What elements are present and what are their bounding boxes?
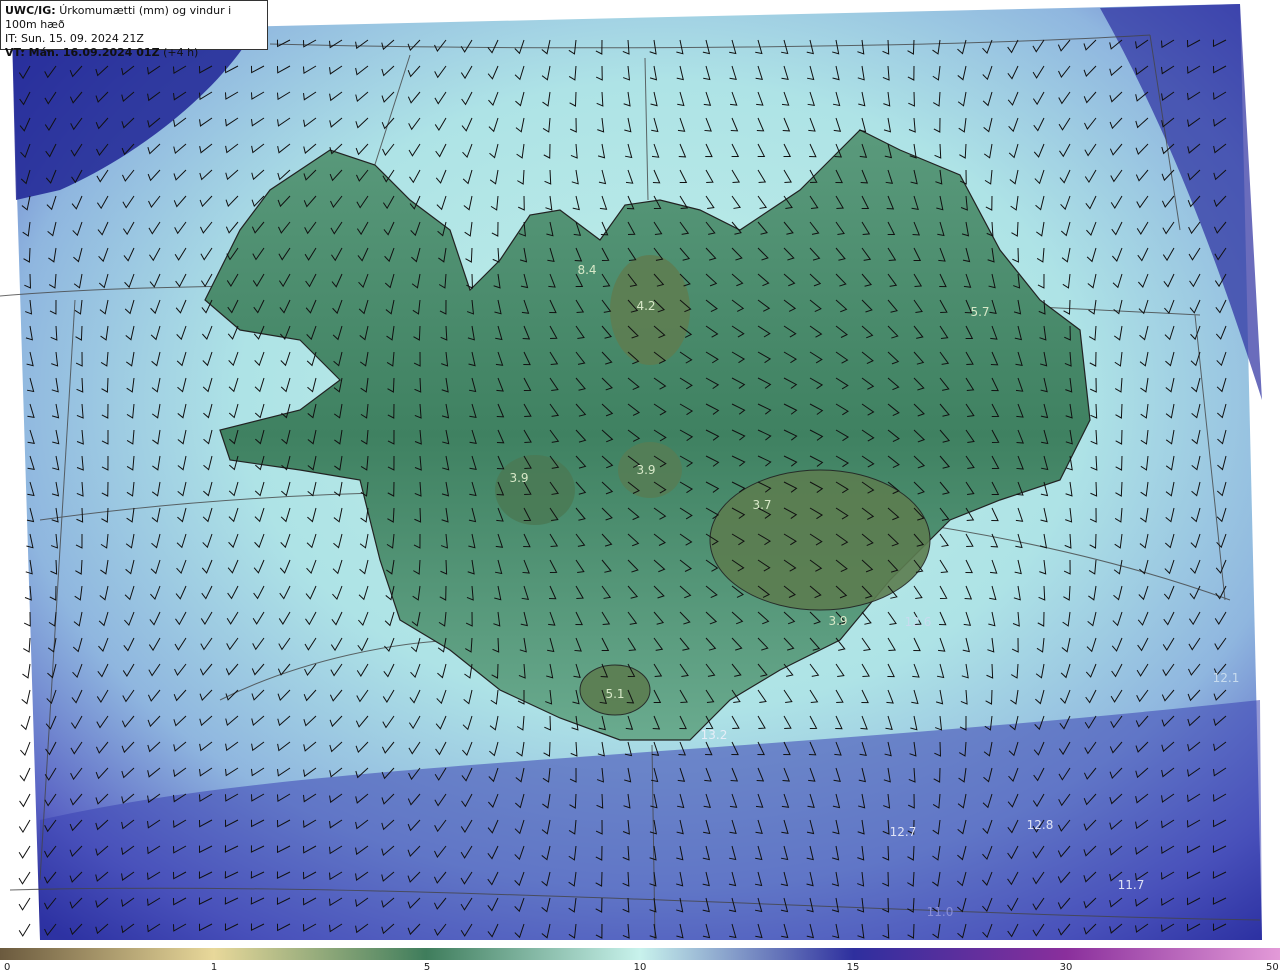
value-label: 5.7 — [970, 305, 989, 319]
value-label: 11.0 — [927, 905, 954, 919]
value-label: 12.6 — [905, 615, 932, 629]
value-label: 13.2 — [701, 728, 728, 742]
value-label: 11.7 — [1118, 878, 1145, 892]
value-label: 3.9 — [509, 471, 528, 485]
valid-offset: (+4 h) — [163, 46, 199, 59]
value-label: 4.2 — [636, 299, 655, 313]
title-line: UWC/IG: Úrkomumætti (mm) og vindur i 100… — [5, 4, 263, 32]
model-label: UWC/IG: — [5, 4, 56, 17]
weather-map: 8.4 4.2 5.7 3.9 3.9 3.7 3.9 12.6 5.1 13.… — [0, 0, 1280, 948]
value-label: 12.8 — [1027, 818, 1054, 832]
colorbar-tick: 30 — [1059, 962, 1073, 973]
value-label: 5.1 — [605, 687, 624, 701]
colorbar-tick: 5 — [423, 962, 431, 973]
colorbar-tick: 15 — [846, 962, 860, 973]
colorbar-labels: 0 1 5 10 15 30 50 — [0, 962, 1280, 978]
highland-west — [495, 455, 575, 525]
value-label: 3.7 — [752, 498, 771, 512]
map-info-box: UWC/IG: Úrkomumætti (mm) og vindur i 100… — [0, 0, 268, 59]
colorbar — [0, 948, 1280, 960]
init-time: IT: Sun. 15. 09. 2024 21Z — [5, 32, 144, 45]
colorbar-tick: 10 — [633, 962, 647, 973]
valid-time-line: VT: Mán. 16.09.2024 01Z (+4 h) — [5, 46, 263, 60]
value-label: 8.4 — [577, 263, 596, 277]
value-label: 3.9 — [636, 463, 655, 477]
colorbar-tick: 1 — [210, 962, 218, 973]
valid-time: VT: Mán. 16.09.2024 01Z — [5, 46, 160, 59]
value-label: 12.1 — [1213, 671, 1240, 685]
value-label: 12.7 — [890, 825, 917, 839]
colorbar-tick: 0 — [4, 962, 11, 973]
value-label: 3.9 — [828, 614, 847, 628]
colorbar-tick: 50 — [1266, 962, 1279, 973]
